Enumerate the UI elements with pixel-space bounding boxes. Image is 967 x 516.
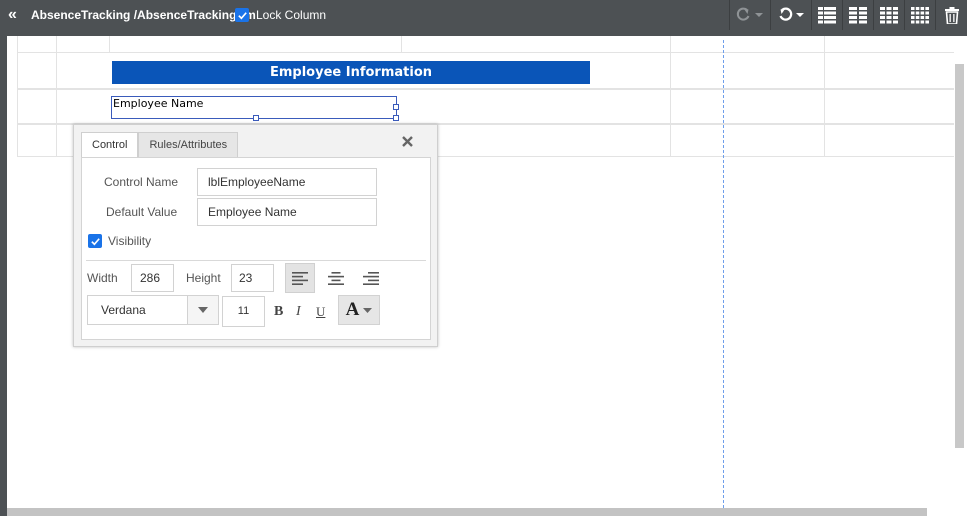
bold-button[interactable]: B: [274, 304, 283, 320]
lock-column-label: Lock Column: [256, 8, 327, 22]
grid-line: [17, 52, 954, 53]
top-toolbar: « AbsenceTracking /AbsenceTrackingfrm Lo…: [0, 0, 967, 30]
align-center-button[interactable]: [321, 263, 351, 293]
grid-line: [56, 36, 57, 156]
grid-line: [109, 36, 110, 52]
redo-button[interactable]: [729, 0, 770, 30]
visibility-checkbox[interactable]: [88, 234, 102, 248]
lock-column-toggle[interactable]: Lock Column: [235, 8, 326, 22]
resize-handle-right[interactable]: [393, 104, 399, 110]
column-guide-line: [723, 40, 724, 508]
visibility-label: Visibility: [108, 234, 152, 248]
height-label: Height: [186, 271, 221, 285]
section-header[interactable]: Employee Information: [112, 61, 590, 84]
form-path: AbsenceTracking /AbsenceTrackingfrm: [31, 8, 256, 22]
default-value-input[interactable]: Employee Name: [197, 198, 377, 226]
resize-handle-bottom[interactable]: [253, 115, 259, 121]
font-family-value: Verdana: [101, 303, 146, 317]
horizontal-scrollbar[interactable]: [7, 508, 927, 516]
lock-column-checkbox[interactable]: [235, 8, 249, 22]
align-right-button[interactable]: [356, 263, 386, 293]
double-chevron-left-icon[interactable]: «: [8, 6, 17, 24]
grid-layout-2-icon[interactable]: [842, 0, 873, 30]
italic-button[interactable]: I: [296, 304, 301, 320]
control-name-label: Control Name: [104, 175, 179, 189]
underline-button[interactable]: U: [316, 304, 325, 320]
tab-control[interactable]: Control: [81, 132, 139, 157]
grid-line: [824, 36, 825, 156]
font-size-input[interactable]: 11: [222, 296, 265, 327]
control-name-input[interactable]: lblEmployeeName: [197, 168, 377, 196]
trash-icon[interactable]: [935, 0, 967, 30]
font-color-button[interactable]: A: [338, 295, 380, 325]
undo-button[interactable]: [770, 0, 811, 30]
align-left-button[interactable]: [285, 263, 315, 293]
tab-rules-attributes[interactable]: Rules/Attributes: [138, 132, 239, 157]
grid-layout-3-icon[interactable]: [873, 0, 904, 30]
grid-line: [670, 36, 671, 156]
vertical-scrollbar-thumb[interactable]: [955, 64, 964, 448]
height-input[interactable]: 23: [231, 264, 274, 292]
grid-layout-1-icon[interactable]: [811, 0, 842, 30]
chevron-down-icon[interactable]: [187, 296, 218, 324]
vertical-scrollbar[interactable]: [954, 36, 967, 516]
chevron-down-icon: [363, 307, 373, 313]
font-family-select[interactable]: Verdana: [87, 295, 219, 325]
grid-line: [17, 36, 18, 156]
width-input[interactable]: 286: [131, 264, 174, 292]
resize-handle-corner[interactable]: [393, 115, 399, 121]
divider: [86, 260, 426, 261]
control-tab-panel: Control Name lblEmployeeName Default Val…: [81, 157, 431, 340]
grid-line: [401, 36, 402, 52]
frame-border-left: [0, 30, 7, 516]
control-properties-popup: Control Rules/Attributes Control Name lb…: [73, 124, 438, 347]
default-value-label: Default Value: [106, 205, 178, 219]
grid-line: [17, 88, 954, 90]
grid-layout-4-icon[interactable]: [904, 0, 935, 30]
properties-tabs: Control Rules/Attributes: [81, 132, 239, 157]
visibility-toggle[interactable]: Visibility: [88, 234, 151, 248]
width-label: Width: [87, 271, 118, 285]
font-color-label: A: [345, 299, 360, 320]
close-icon[interactable]: [402, 136, 413, 150]
